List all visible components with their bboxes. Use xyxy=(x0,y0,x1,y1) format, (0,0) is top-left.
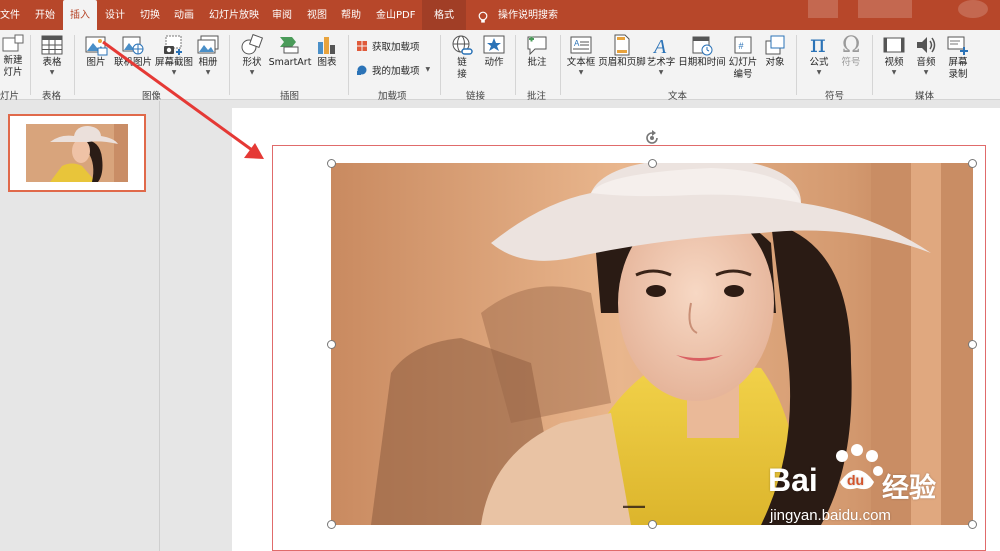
annotation-arrow xyxy=(102,40,264,159)
